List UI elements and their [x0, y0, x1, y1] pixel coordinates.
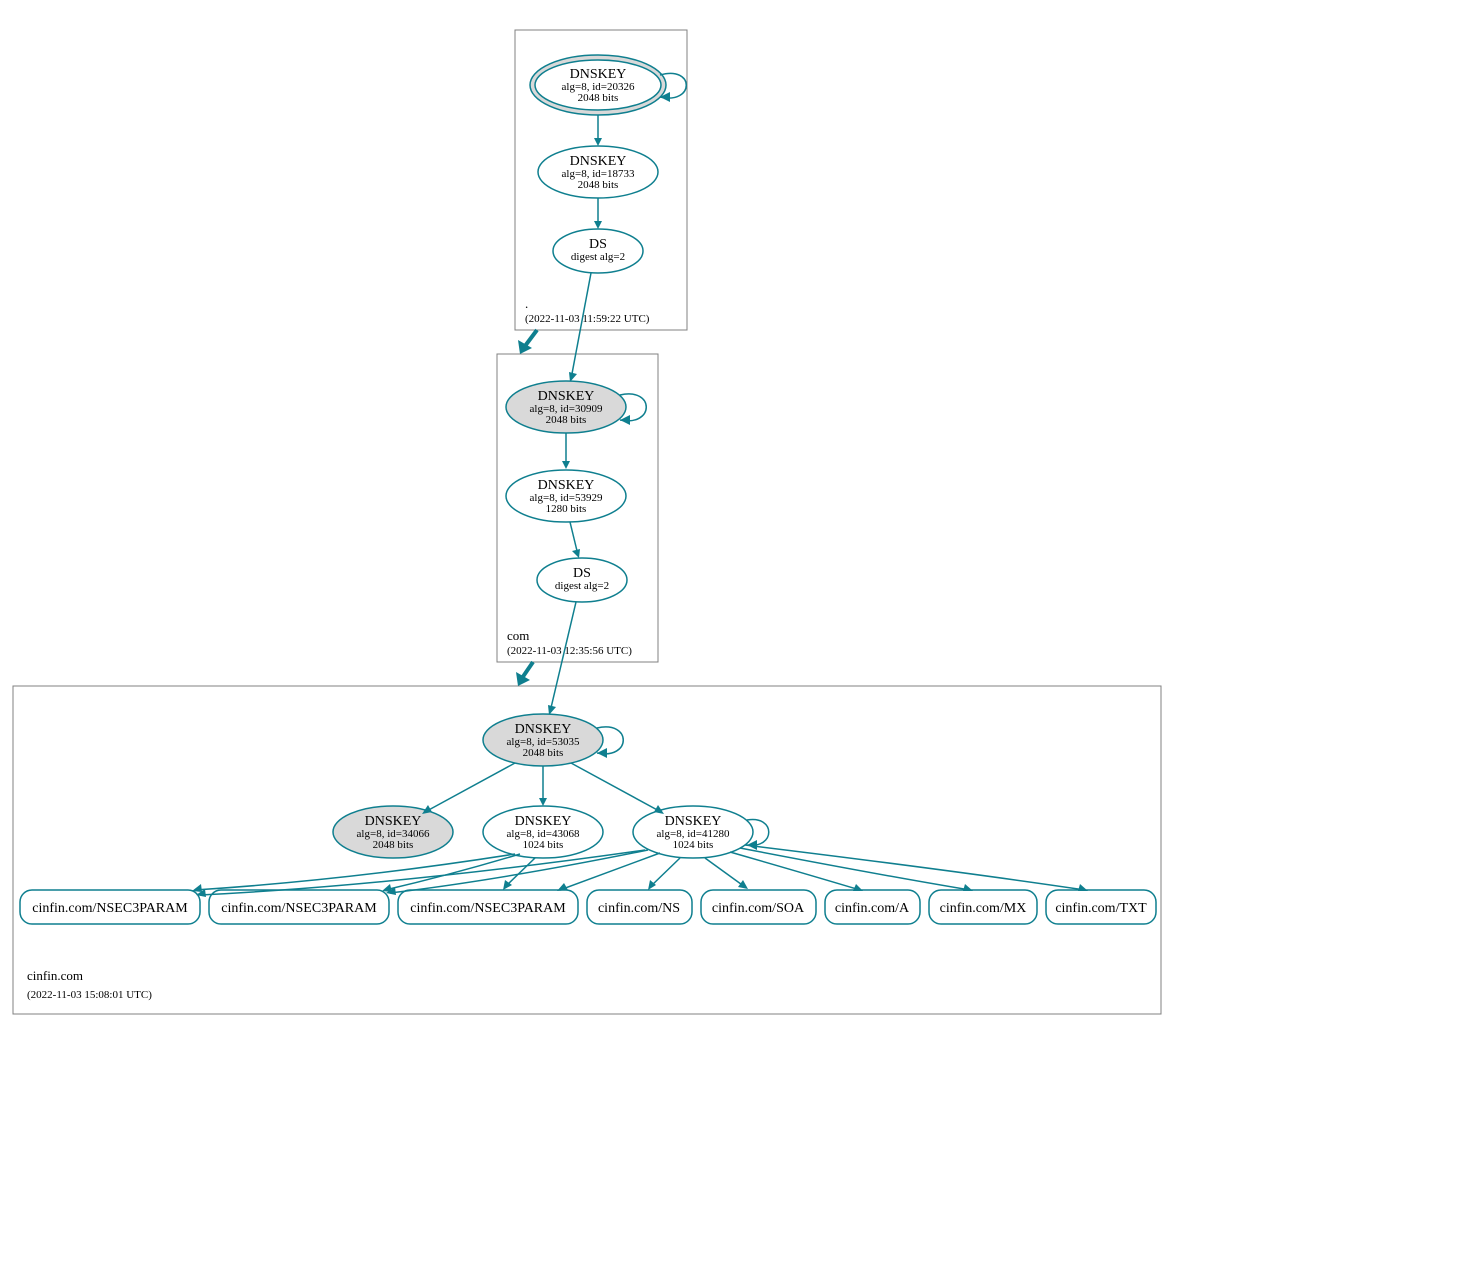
- node-root-ksk: DNSKEY alg=8, id=20326 2048 bits: [530, 55, 666, 115]
- edge-k3-r4: [650, 858, 680, 887]
- svg-text:digest alg=2: digest alg=2: [555, 580, 609, 592]
- svg-text:DNSKEY: DNSKEY: [538, 389, 595, 404]
- svg-text:cinfin.com/NSEC3PARAM: cinfin.com/NSEC3PARAM: [32, 901, 188, 916]
- svg-text:cinfin.com/NSEC3PARAM: cinfin.com/NSEC3PARAM: [410, 901, 566, 916]
- svg-text:cinfin.com/NS: cinfin.com/NS: [598, 901, 680, 916]
- node-com-ksk: DNSKEY alg=8, id=30909 2048 bits: [506, 381, 626, 433]
- svg-text:2048 bits: 2048 bits: [546, 414, 587, 426]
- node-com-ds: DS digest alg=2: [537, 558, 627, 602]
- rr-r4: cinfin.com/NS: [587, 890, 692, 924]
- rr-r5: cinfin.com/SOA: [701, 890, 816, 924]
- svg-text:DS: DS: [589, 237, 607, 252]
- svg-text:DNSKEY: DNSKEY: [515, 722, 572, 737]
- svg-text:2048 bits: 2048 bits: [373, 839, 414, 851]
- zone-com-label: com: [507, 628, 529, 643]
- edge-ksk-k1: [425, 763, 515, 812]
- node-cinfin-k3: DNSKEY alg=8, id=41280 1024 bits: [633, 806, 753, 858]
- edge-ksk-k3: [571, 763, 661, 812]
- edge-k3-r5: [705, 858, 745, 887]
- svg-text:DS: DS: [573, 566, 591, 581]
- zone-cinfin-timestamp: (2022-11-03 15:08:01 UTC): [27, 989, 152, 1001]
- svg-text:1024 bits: 1024 bits: [523, 839, 564, 851]
- svg-text:DNSKEY: DNSKEY: [538, 478, 595, 493]
- svg-text:cinfin.com/NSEC3PARAM: cinfin.com/NSEC3PARAM: [221, 901, 377, 916]
- rr-r8: cinfin.com/TXT: [1046, 890, 1156, 924]
- node-root-zsk: DNSKEY alg=8, id=18733 2048 bits: [538, 146, 658, 198]
- svg-text:DNSKEY: DNSKEY: [665, 814, 722, 829]
- node-cinfin-k1: DNSKEY alg=8, id=34066 2048 bits: [333, 806, 453, 858]
- svg-text:1024 bits: 1024 bits: [673, 839, 714, 851]
- edge-k3-r6: [730, 852, 860, 890]
- svg-text:cinfin.com/A: cinfin.com/A: [835, 901, 910, 916]
- svg-text:1280 bits: 1280 bits: [546, 503, 587, 515]
- node-cinfin-k2: DNSKEY alg=8, id=43068 1024 bits: [483, 806, 603, 858]
- rr-r6: cinfin.com/A: [825, 890, 920, 924]
- zone-root-label: .: [525, 296, 528, 311]
- rr-r3: cinfin.com/NSEC3PARAM: [398, 890, 578, 924]
- edge-k3-r8: [745, 845, 1085, 890]
- svg-text:DNSKEY: DNSKEY: [365, 814, 422, 829]
- svg-text:digest alg=2: digest alg=2: [571, 251, 625, 263]
- rr-r1: cinfin.com/NSEC3PARAM: [20, 890, 200, 924]
- rr-r7: cinfin.com/MX: [929, 890, 1037, 924]
- edge-k3-r3: [560, 853, 660, 890]
- svg-text:2048 bits: 2048 bits: [578, 179, 619, 191]
- svg-text:DNSKEY: DNSKEY: [570, 154, 627, 169]
- svg-text:2048 bits: 2048 bits: [578, 92, 619, 104]
- svg-text:2048 bits: 2048 bits: [523, 747, 564, 759]
- svg-text:cinfin.com/SOA: cinfin.com/SOA: [712, 901, 805, 916]
- zone-root-timestamp: (2022-11-03 11:59:22 UTC): [525, 313, 650, 325]
- svg-text:DNSKEY: DNSKEY: [515, 814, 572, 829]
- svg-text:DNSKEY: DNSKEY: [570, 67, 627, 82]
- svg-text:cinfin.com/MX: cinfin.com/MX: [940, 901, 1027, 916]
- svg-text:cinfin.com/TXT: cinfin.com/TXT: [1055, 901, 1147, 916]
- rr-r2: cinfin.com/NSEC3PARAM: [209, 890, 389, 924]
- zone-com-timestamp: (2022-11-03 12:35:56 UTC): [507, 645, 632, 657]
- edge-com-ds-cin-ksk: [550, 602, 576, 712]
- node-com-zsk: DNSKEY alg=8, id=53929 1280 bits: [506, 470, 626, 522]
- edge-root-ds-com-ksk: [571, 273, 591, 379]
- zone-cinfin-label: cinfin.com: [27, 968, 83, 983]
- node-cinfin-ksk: DNSKEY alg=8, id=53035 2048 bits: [483, 714, 603, 766]
- node-root-ds: DS digest alg=2: [553, 229, 643, 273]
